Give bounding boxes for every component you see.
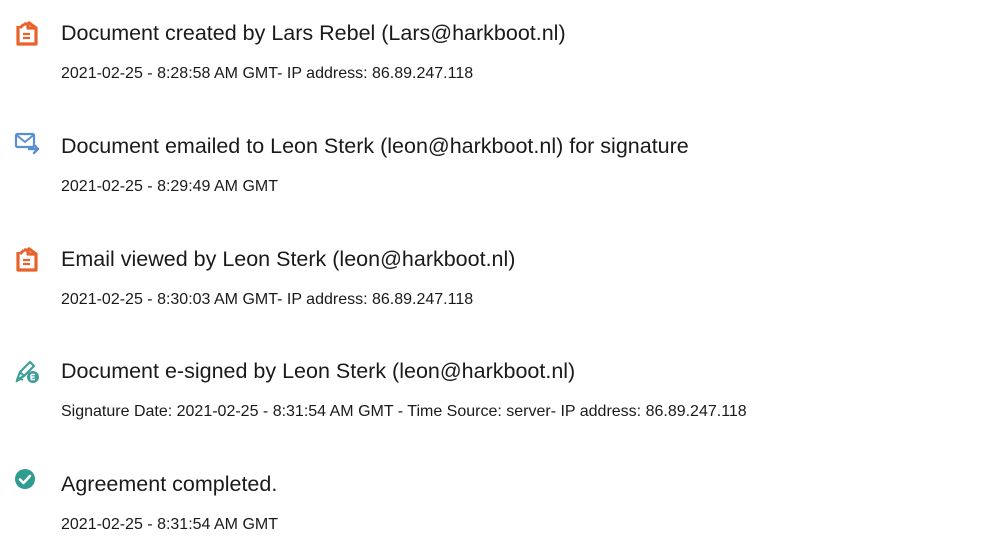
event-detail: Signature Date: 2021-02-25 - 8:31:54 AM …: [61, 403, 747, 420]
event-title: Agreement completed.: [61, 472, 278, 496]
document-created-icon: [14, 20, 40, 46]
audit-trail-page: { "events": [ { "icon": "document-create…: [0, 0, 981, 540]
event-detail: 2021-02-25 - 8:30:03 AM GMT- IP address:…: [61, 291, 474, 308]
event-title: Document emailed to Leon Sterk (leon@har…: [61, 134, 689, 158]
event-title: Email viewed by Leon Sterk (leon@harkboo…: [61, 247, 516, 271]
event-detail: 2021-02-25 - 8:29:49 AM GMT: [61, 178, 278, 195]
document-viewed-icon: [14, 246, 40, 272]
event-detail: 2021-02-25 - 8:31:54 AM GMT: [61, 516, 278, 533]
checkmark-circle-icon: [14, 468, 40, 494]
event-title: Document e-signed by Leon Sterk (leon@ha…: [61, 359, 576, 383]
event-title: Document created by Lars Rebel (Lars@har…: [61, 21, 566, 45]
event-detail: 2021-02-25 - 8:28:58 AM GMT- IP address:…: [61, 65, 474, 82]
e-signature-icon: [14, 358, 40, 384]
email-sent-icon: [14, 129, 40, 155]
